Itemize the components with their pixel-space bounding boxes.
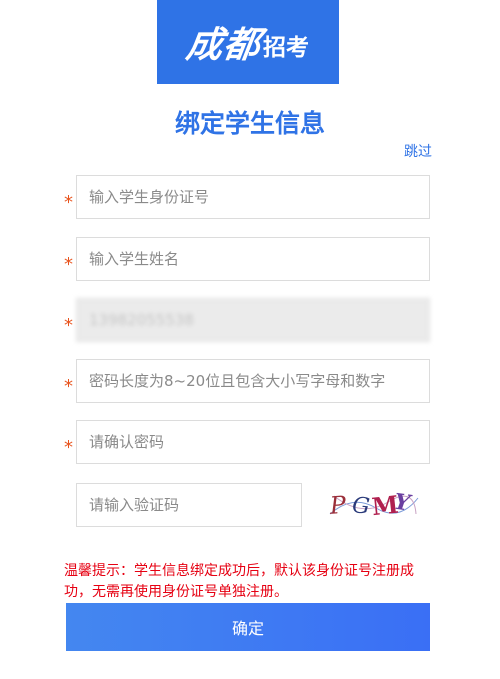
id-card-input[interactable] [76,175,430,219]
svg-text:P: P [328,491,348,520]
phone-input [76,298,430,342]
required-mark-confirm-password: * [64,437,73,458]
brand-logo: 成都 招考 [157,0,339,84]
required-mark-id-card: * [64,192,73,213]
required-mark-password: * [64,376,73,397]
logo-plain-text: 招考 [263,35,309,61]
captcha-image[interactable]: P G M Y [328,484,420,524]
captcha-input[interactable] [76,483,302,527]
captcha-graphic: P G M Y [328,489,419,521]
page-title: 绑定学生信息 [174,109,325,138]
required-mark-phone: * [64,315,73,336]
required-mark-name: * [64,254,73,275]
student-name-input[interactable] [76,237,430,281]
confirm-password-input[interactable] [76,420,430,464]
logo-script-text: 成都 [183,24,264,66]
svg-text:Y: Y [392,489,413,517]
submit-button[interactable]: 确定 [66,603,430,651]
password-input[interactable] [76,359,430,403]
skip-link[interactable]: 跳过 [404,141,432,161]
notice-text: 温馨提示：学生信息绑定成功后，默认该身份证号注册成功，无需再使用身份证号单独注册… [64,563,414,600]
svg-text:G: G [351,493,371,519]
